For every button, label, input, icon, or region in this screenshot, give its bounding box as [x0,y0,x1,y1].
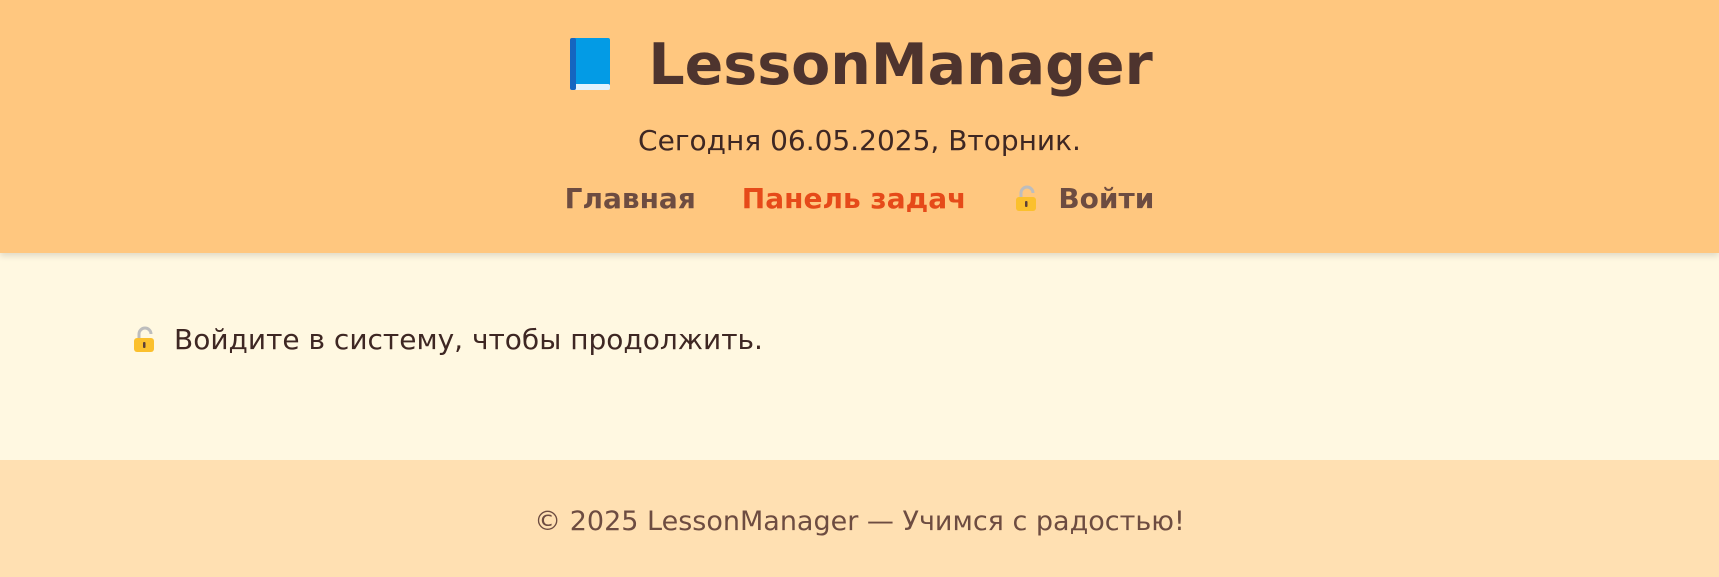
nav-link-dashboard[interactable]: Панель задач [742,182,967,215]
site-title-row: LessonManager [0,36,1719,94]
main-content: Войдите в систему, чтобы продолжить. [0,253,1719,460]
nav-link-dashboard-label: Панель задач [741,182,967,215]
lock-icon [1012,185,1040,213]
footer-copyright: © 2025 LessonManager — Учимся с радостью… [534,506,1185,537]
nav-link-login-label: Войти [1058,182,1155,215]
blue-book-icon [566,36,614,94]
current-date: Сегодня 06.05.2025, Вторник. [638,124,1081,157]
site-header: LessonManager Сегодня 06.05.2025, Вторни… [0,0,1719,253]
nav-link-home-label: Главная [564,182,696,215]
login-notice: Войдите в систему, чтобы продолжить. [130,323,763,356]
nav-link-home[interactable]: Главная [565,182,696,215]
site-title: LessonManager [648,31,1153,98]
login-notice-text: Войдите в систему, чтобы продолжить. [174,323,763,356]
nav-link-login[interactable]: Войти [1012,182,1154,215]
main-nav: Главная Панель задач Войти [0,182,1719,215]
lock-icon [130,326,158,354]
site-footer: © 2025 LessonManager — Учимся с радостью… [0,460,1719,577]
